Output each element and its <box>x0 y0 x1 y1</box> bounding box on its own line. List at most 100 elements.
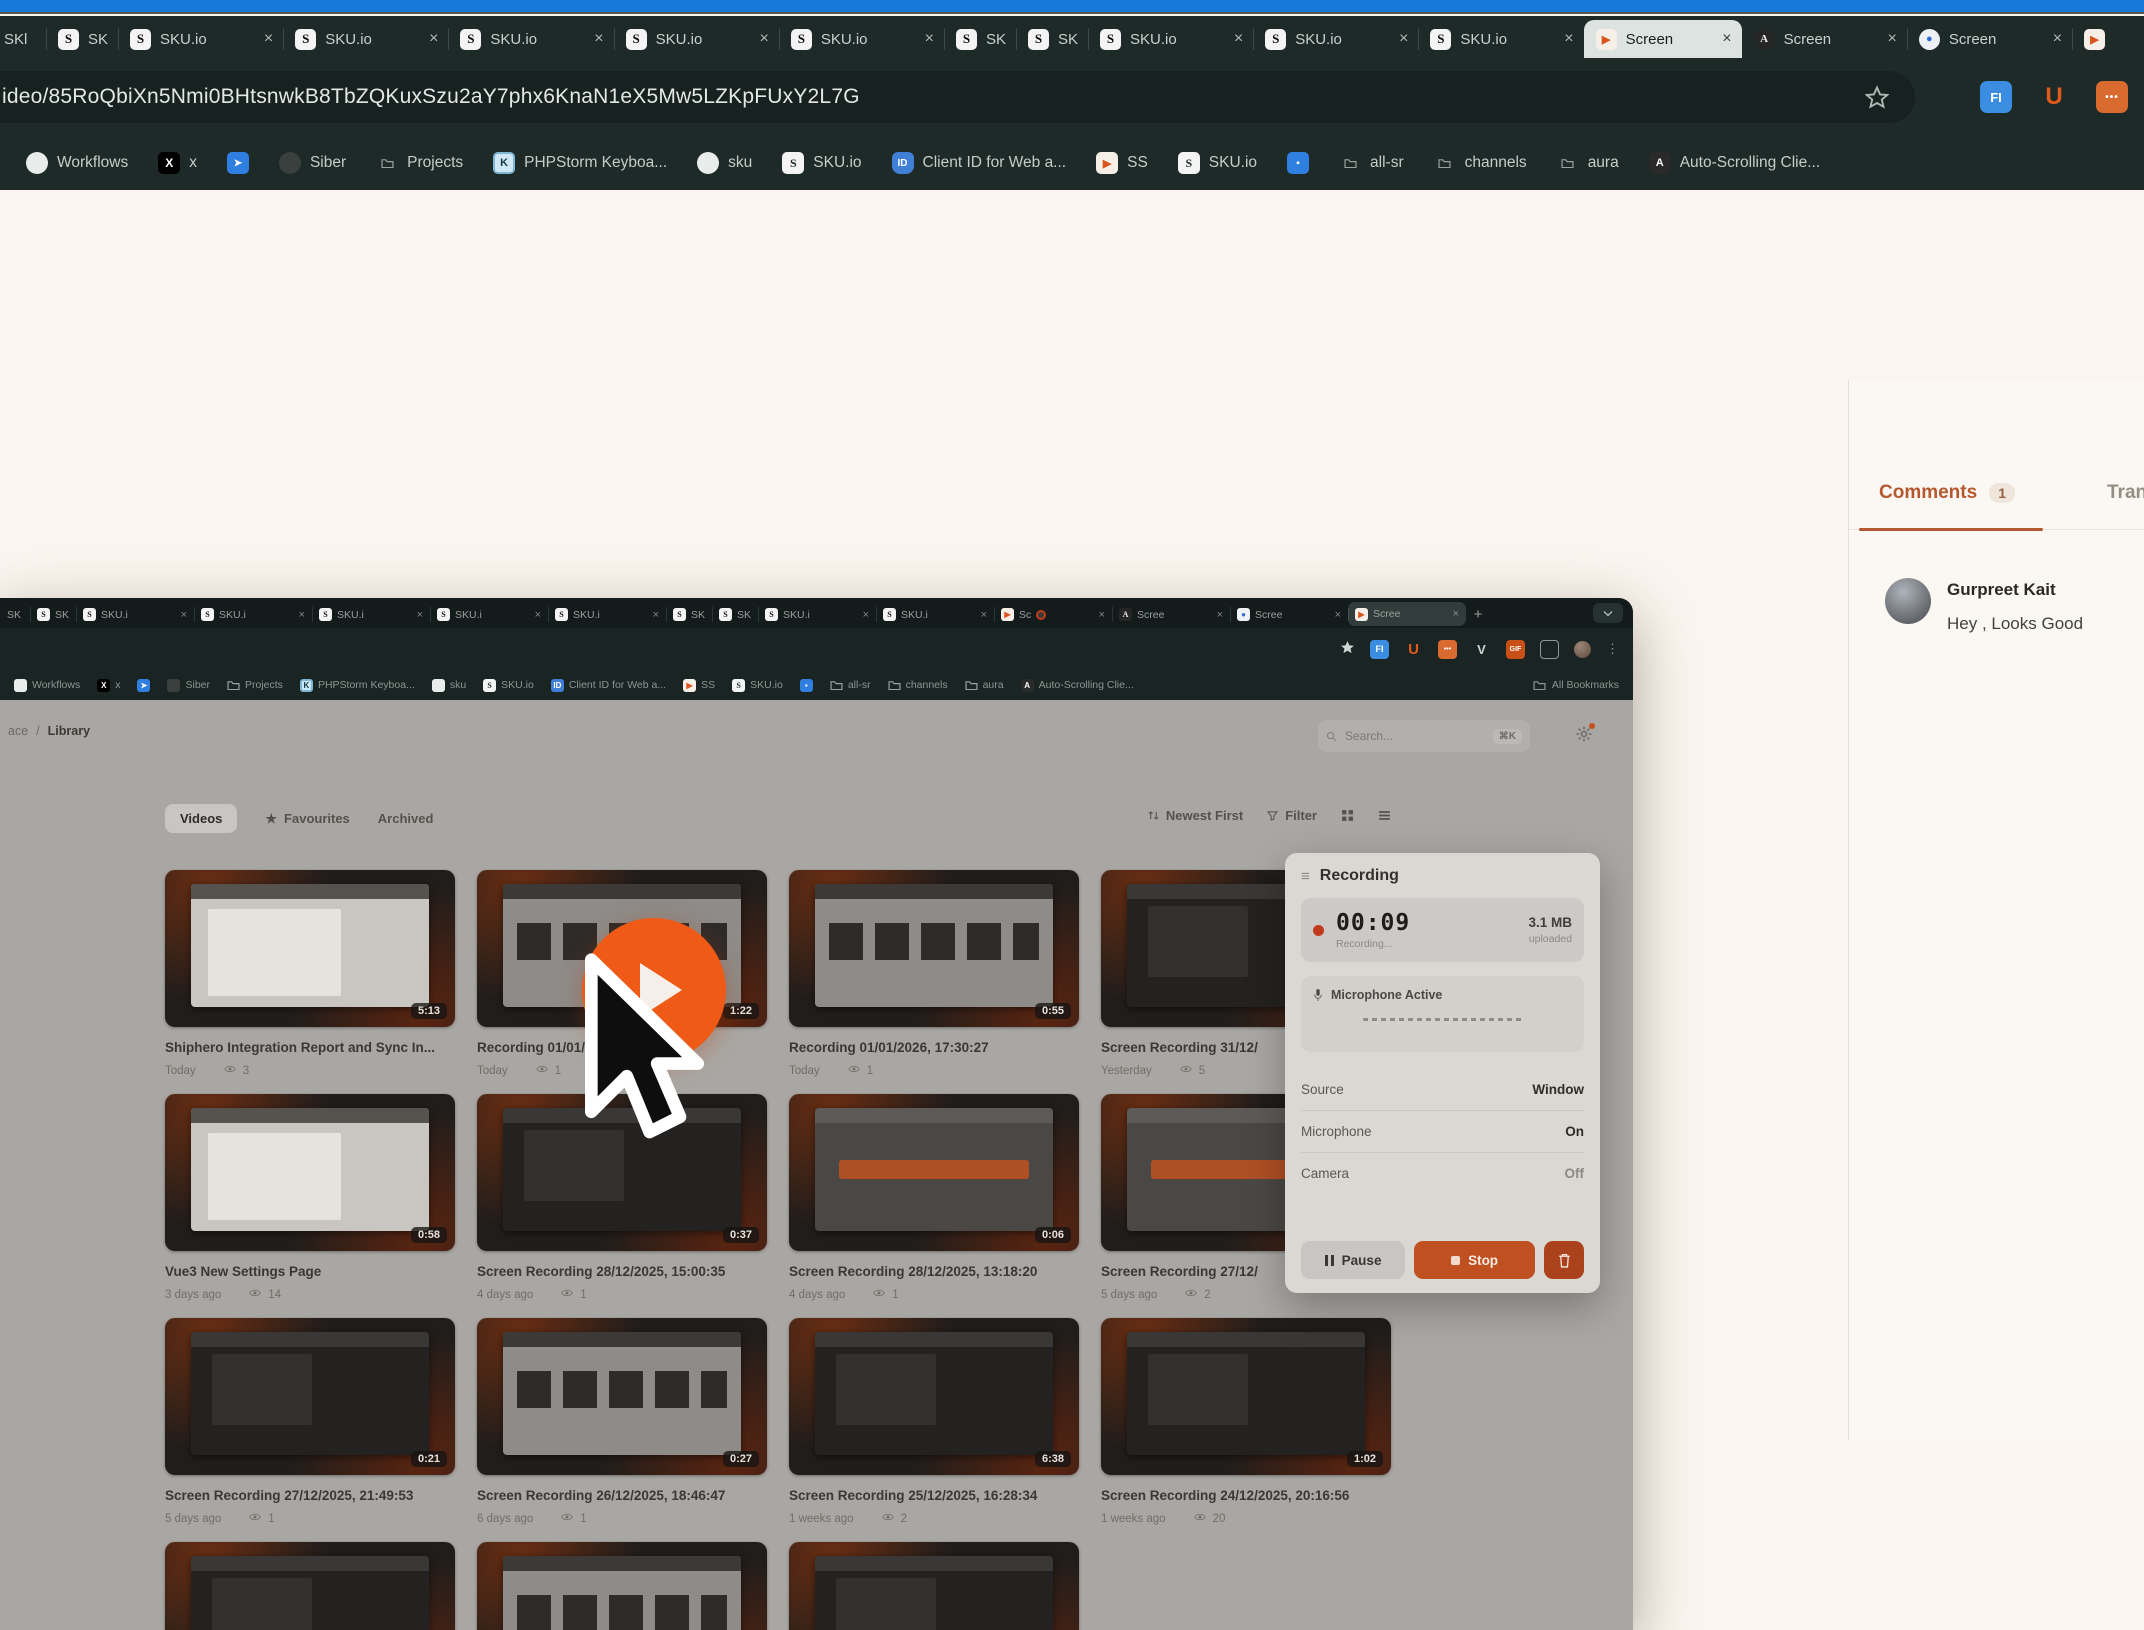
bookmark-blue-square[interactable]: ▪ <box>800 679 813 692</box>
tab-sku.io[interactable]: SSKU.io× <box>283 20 448 58</box>
video-card-partial[interactable] <box>165 1542 455 1630</box>
bookmark-aura[interactable]: aura <box>1557 152 1619 174</box>
bookmark-all-sr[interactable]: all-sr <box>1339 152 1404 174</box>
extension-u-icon[interactable]: U <box>2038 81 2070 113</box>
tab-comments[interactable]: Comments 1 <box>1879 482 2015 504</box>
tab-sk[interactable]: SSK <box>666 601 712 628</box>
search-input[interactable]: Search... ⌘K <box>1318 720 1530 752</box>
video-thumbnail[interactable] <box>477 1542 767 1630</box>
setting-row-camera[interactable]: CameraOff <box>1301 1152 1584 1194</box>
setting-row-source[interactable]: SourceWindow <box>1301 1068 1584 1110</box>
bookmark-channels[interactable]: channels <box>1434 152 1527 174</box>
tab-scree[interactable]: ▶Scree× <box>1348 602 1466 626</box>
bookmark-star-icon[interactable] <box>1865 85 1889 109</box>
bookmark-blue-rocket[interactable]: ➤ <box>227 152 249 174</box>
tab-close-icon[interactable]: × <box>1099 609 1105 621</box>
inner-profile-avatar[interactable] <box>1574 641 1591 658</box>
tab-skl[interactable]: SKl <box>0 20 46 58</box>
bookmark-sku-io[interactable]: SSKU.io <box>732 679 783 692</box>
video-card[interactable]: 0:27Screen Recording 26/12/2025, 18:46:4… <box>477 1318 767 1525</box>
list-view-button[interactable] <box>1378 809 1391 822</box>
bookmark-client-id-for-web-a-[interactable]: IDClient ID for Web a... <box>551 679 666 692</box>
sort-button[interactable]: Newest First <box>1148 808 1243 823</box>
bookmark-star-filled-icon[interactable] <box>1340 640 1355 659</box>
tab-close-icon[interactable]: × <box>981 609 987 621</box>
tab-skl[interactable]: SSKl <box>944 20 1016 58</box>
tab-sk[interactable]: SK <box>0 601 30 628</box>
tab-sku.i[interactable]: SSKU.i× <box>312 601 430 628</box>
tab-scree[interactable]: AScree× <box>1112 601 1230 628</box>
bookmark-siber[interactable]: Siber <box>167 679 210 692</box>
tab-sku.i[interactable]: SSKU.i× <box>194 601 312 628</box>
tab-search-chevron-icon[interactable] <box>1593 603 1623 623</box>
tab-sku.i[interactable]: SSKU.i× <box>876 601 994 628</box>
bookmark-sku[interactable]: sku <box>432 679 466 692</box>
video-thumbnail[interactable]: 0:06 <box>789 1094 1079 1251</box>
tab-skl[interactable]: SSKl <box>1016 20 1088 58</box>
tab-close-icon[interactable]: × <box>653 609 659 621</box>
video-card-partial[interactable] <box>789 1542 1079 1630</box>
tab-close-icon[interactable]: × <box>535 609 541 621</box>
inner-extension-gif-icon[interactable]: GIF <box>1506 640 1525 659</box>
video-thumbnail[interactable]: 6:38 <box>789 1318 1079 1475</box>
bookmark-sku-io[interactable]: SSKU.io <box>1178 152 1257 174</box>
video-card[interactable]: 5:13Shiphero Integration Report and Sync… <box>165 870 455 1077</box>
tab-transcript[interactable]: Trans <box>2107 482 2144 504</box>
bookmark-siber[interactable]: Siber <box>279 152 346 174</box>
tab-close-icon[interactable]: × <box>417 609 423 621</box>
video-card[interactable]: 0:55Recording 01/01/2026, 17:30:27Today1 <box>789 870 1079 1077</box>
tab-close-icon[interactable]: × <box>759 30 768 48</box>
tab-sku.io[interactable]: SSKU.io× <box>614 20 779 58</box>
bookmark-client-id-for-web-a-[interactable]: IDClient ID for Web a... <box>892 152 1067 174</box>
tab-close-icon[interactable]: × <box>1217 609 1223 621</box>
inner-extension-v-icon[interactable]: V <box>1472 640 1491 659</box>
extension-fi-icon[interactable]: FI <box>1980 81 2012 113</box>
tab-screen[interactable]: AScreen× <box>1742 20 1907 58</box>
bookmark-sku-io[interactable]: SSKU.io <box>483 679 534 692</box>
tab-screen[interactable]: ●Screen× <box>1907 20 2072 58</box>
tab-close-icon[interactable]: × <box>1564 30 1573 48</box>
bookmark-x[interactable]: Xx <box>158 152 197 174</box>
video-thumbnail[interactable]: 0:58 <box>165 1094 455 1251</box>
tab-close-icon[interactable]: × <box>1887 30 1896 48</box>
bookmark-blue-rocket[interactable]: ➤ <box>137 679 150 692</box>
setting-row-microphone[interactable]: MicrophoneOn <box>1301 1110 1584 1152</box>
video-card[interactable]: 1:02Screen Recording 24/12/2025, 20:16:5… <box>1101 1318 1391 1525</box>
tab-sku.i[interactable]: SSKU.i× <box>758 601 876 628</box>
tab-sku.io[interactable]: SSKU.io× <box>1418 20 1583 58</box>
video-thumbnail[interactable] <box>789 1542 1079 1630</box>
video-card-partial[interactable] <box>477 1542 767 1630</box>
bookmark-workflows[interactable]: Workflows <box>14 679 80 692</box>
tab-screen[interactable]: ▶Screen× <box>1584 20 1742 58</box>
tab-close-icon[interactable]: × <box>1234 30 1243 48</box>
bookmark-x[interactable]: Xx <box>97 679 120 692</box>
address-bar[interactable]: ideo/85RoQbiXn5Nmi0BHtsnwkB8TbZQKuxSzu2a… <box>0 71 1915 123</box>
tab-skl[interactable]: SSKl <box>46 20 118 58</box>
video-card[interactable]: 0:06Screen Recording 28/12/2025, 13:18:2… <box>789 1094 1079 1301</box>
tab-sku.i[interactable]: SSKU.i× <box>430 601 548 628</box>
tab-close-icon[interactable]: × <box>2053 30 2062 48</box>
tab-sku.i[interactable]: SSKU.i× <box>548 601 666 628</box>
tab-close-icon[interactable]: × <box>925 30 934 48</box>
video-thumbnail[interactable]: 0:21 <box>165 1318 455 1475</box>
tab-sku.io[interactable]: SSKU.io× <box>118 20 283 58</box>
video-thumbnail[interactable]: 5:13 <box>165 870 455 1027</box>
tab-sku.io[interactable]: SSKU.io× <box>1253 20 1418 58</box>
bookmark-all-sr[interactable]: all-sr <box>830 679 871 692</box>
inner-menu-kebab-icon[interactable]: ⋮ <box>1606 641 1619 657</box>
tab-sku.io[interactable]: SSKU.io× <box>779 20 944 58</box>
inner-extension-menu-icon[interactable]: ••• <box>1438 640 1457 659</box>
bookmark-auto-scrolling-clie-[interactable]: AAuto-Scrolling Clie... <box>1649 152 1820 174</box>
tab-sku.i[interactable]: SSKU.i× <box>76 601 194 628</box>
bookmark-projects[interactable]: Projects <box>227 679 283 692</box>
tab-sku.io[interactable]: SSKU.io× <box>1088 20 1253 58</box>
video-card[interactable]: 0:21Screen Recording 27/12/2025, 21:49:5… <box>165 1318 455 1525</box>
bookmark-blue-square[interactable]: ▪ <box>1287 152 1309 174</box>
extension-menu-icon[interactable]: ••• <box>2096 81 2128 113</box>
pause-button[interactable]: Pause <box>1301 1241 1405 1279</box>
tab-close-icon[interactable]: × <box>299 609 305 621</box>
tab-sk[interactable]: SSK <box>30 601 76 628</box>
tab-close-icon[interactable]: × <box>181 609 187 621</box>
inner-extension-fi-icon[interactable]: FI <box>1370 640 1389 659</box>
settings-gear-icon[interactable] <box>1576 726 1592 747</box>
